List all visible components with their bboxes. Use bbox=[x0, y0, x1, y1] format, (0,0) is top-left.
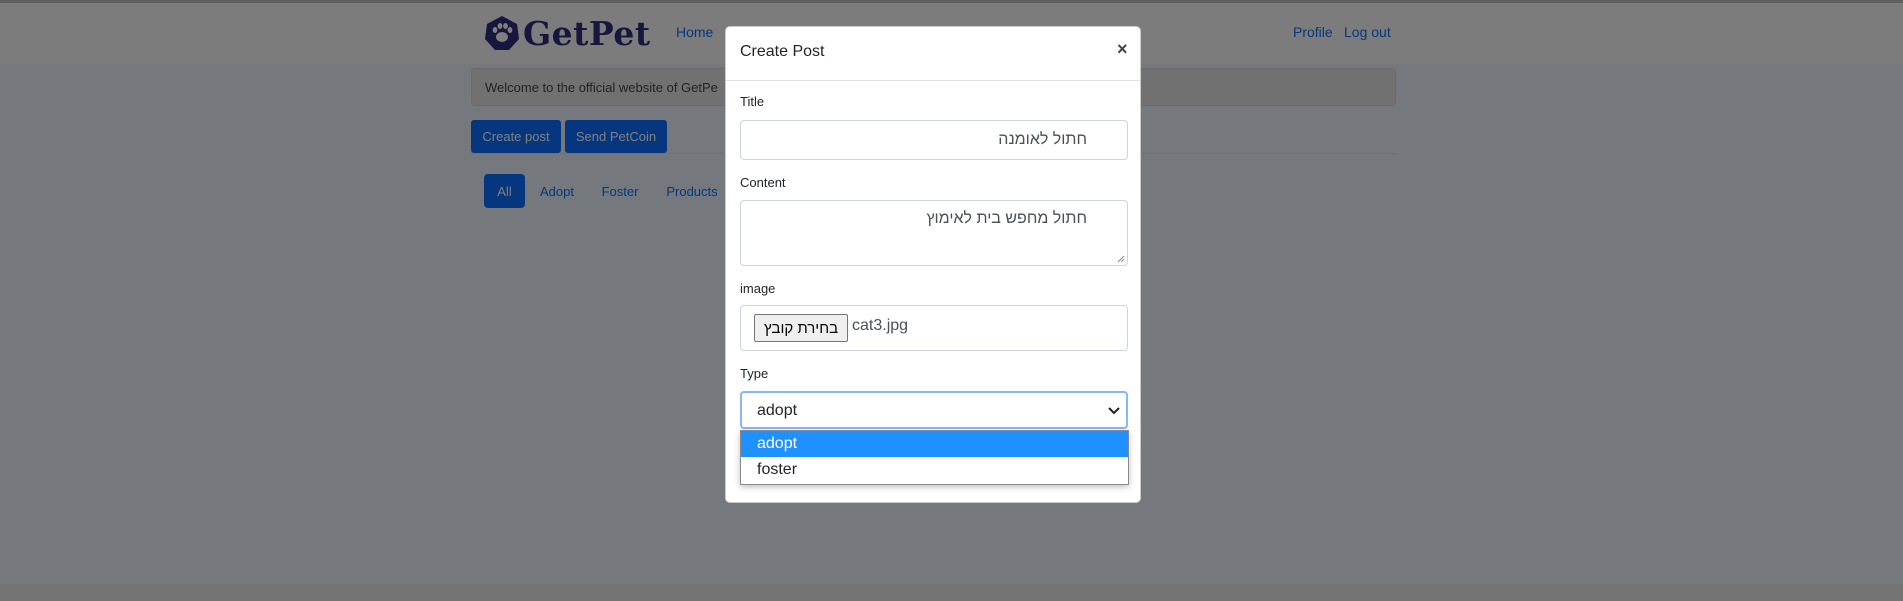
type-select[interactable]: adopt bbox=[740, 391, 1128, 429]
modal-title: Create Post bbox=[740, 43, 825, 60]
type-option-adopt[interactable]: adopt bbox=[741, 431, 1128, 457]
content-label: Content bbox=[740, 175, 786, 190]
chevron-down-icon bbox=[1108, 407, 1120, 415]
page: GetPet Home Profile Log out Welcome to t… bbox=[0, 0, 1903, 601]
close-icon[interactable]: × bbox=[1117, 39, 1128, 60]
title-input[interactable]: חתול לאומנה bbox=[740, 120, 1128, 160]
image-file-input[interactable]: בחירת קובץ cat3.jpg bbox=[740, 305, 1128, 351]
type-dropdown-list: adopt foster bbox=[740, 430, 1129, 485]
title-input-value: חתול לאומנה bbox=[998, 131, 1087, 148]
selected-file-name: cat3.jpg bbox=[852, 317, 909, 334]
resize-grip-icon[interactable] bbox=[1117, 255, 1125, 263]
type-label: Type bbox=[740, 366, 769, 381]
type-option-foster[interactable]: foster bbox=[741, 457, 1128, 483]
image-label: image bbox=[740, 281, 776, 296]
title-label: Title bbox=[740, 94, 765, 109]
content-textarea[interactable]: חתול מחפש בית לאימוץ bbox=[740, 200, 1128, 266]
modal-header: Create Post × bbox=[726, 27, 1140, 81]
choose-file-button[interactable]: בחירת קובץ bbox=[754, 314, 848, 342]
content-textarea-value: חתול מחפש בית לאימוץ bbox=[926, 210, 1087, 227]
type-select-value: adopt bbox=[757, 402, 798, 419]
